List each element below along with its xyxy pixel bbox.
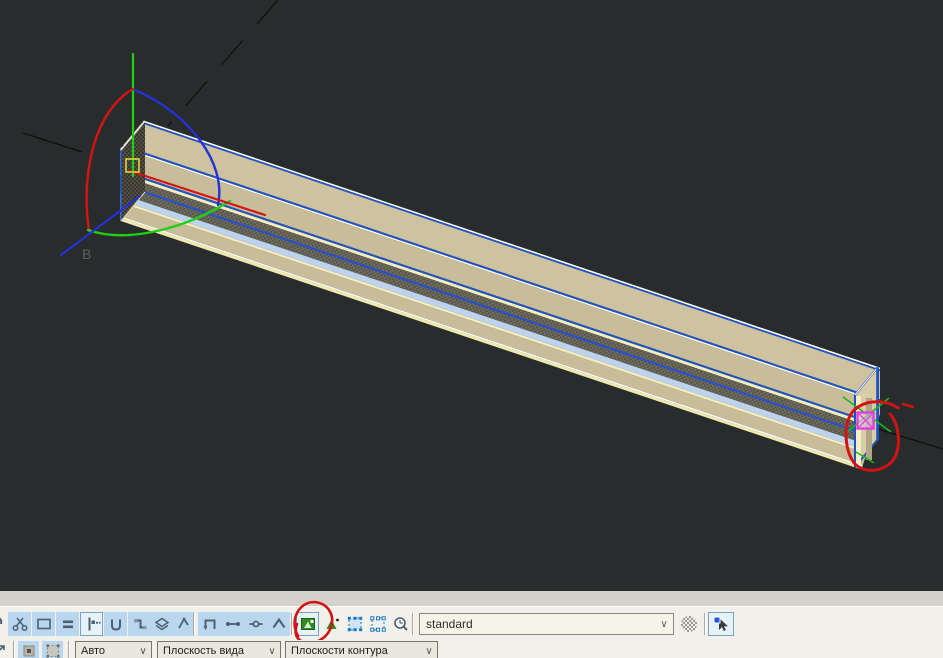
viewport-3d[interactable]: В bbox=[0, 0, 943, 591]
two-bars-icon bbox=[59, 615, 77, 633]
toolbar-separator bbox=[412, 613, 414, 635]
toolbar-separator bbox=[704, 613, 706, 635]
two-bars-button[interactable] bbox=[56, 612, 79, 636]
contour-planes-dropdown[interactable]: Плоскости контура ∨ bbox=[285, 641, 438, 658]
dash-node-button[interactable] bbox=[244, 612, 267, 636]
selection-outline-icon bbox=[369, 615, 387, 633]
chevron-down-icon[interactable]: ∨ bbox=[264, 646, 280, 657]
polyline-angle-icon bbox=[175, 615, 193, 633]
clipped-diagonal-button[interactable] bbox=[0, 641, 9, 658]
layers-button[interactable] bbox=[150, 612, 173, 636]
mode-dropdown[interactable]: Авто ∨ bbox=[75, 641, 152, 658]
toolbar-separator bbox=[193, 613, 195, 635]
diagonal-line-icon bbox=[0, 642, 8, 658]
u-profile-button[interactable] bbox=[104, 612, 127, 636]
green-triangle-icon bbox=[323, 615, 341, 633]
frame-icon bbox=[35, 615, 53, 633]
show-image-button[interactable] bbox=[296, 612, 319, 636]
apex-button[interactable] bbox=[267, 612, 290, 636]
marquee-icon bbox=[44, 642, 62, 658]
frame-button[interactable] bbox=[32, 612, 55, 636]
point-marker-icon bbox=[20, 642, 38, 658]
reference-flag-icon bbox=[83, 615, 101, 633]
marquee-select-button[interactable] bbox=[42, 641, 63, 658]
toolbar-separator bbox=[68, 641, 70, 658]
cad-application-window: В bbox=[0, 0, 943, 658]
magnifier-clock-icon bbox=[392, 615, 410, 633]
hatch-toggle-button[interactable] bbox=[677, 612, 700, 636]
toolbar-separator bbox=[291, 613, 293, 635]
profile-combo-value: standard bbox=[420, 617, 655, 631]
mode-dropdown-value: Авто bbox=[76, 645, 135, 657]
contour-planes-dropdown-value: Плоскости контура bbox=[286, 645, 421, 657]
chevron-down-icon[interactable]: ∨ bbox=[655, 619, 673, 630]
select-handles-outline-button[interactable] bbox=[366, 612, 389, 636]
cut-button[interactable] bbox=[8, 612, 31, 636]
profile-combo[interactable]: standard ∨ bbox=[419, 613, 674, 635]
zoom-history-button[interactable] bbox=[389, 612, 412, 636]
clipped-toolbar-button[interactable] bbox=[0, 612, 4, 636]
contour-path-button[interactable] bbox=[198, 612, 221, 636]
chevron-down-icon[interactable]: ∨ bbox=[421, 646, 437, 657]
cursor-icon bbox=[711, 614, 731, 634]
reference-flag-button[interactable] bbox=[80, 612, 103, 636]
select-handles-filled-button[interactable] bbox=[343, 612, 366, 636]
view-plane-dropdown[interactable]: Плоскость вида ∨ bbox=[157, 641, 281, 658]
scissors-icon bbox=[11, 615, 29, 633]
offset-step-button[interactable] bbox=[128, 612, 151, 636]
selection-filled-icon bbox=[346, 615, 364, 633]
polyline-angle-button[interactable] bbox=[172, 612, 195, 636]
view-plane-dropdown-value: Плоскость вида bbox=[158, 645, 264, 657]
panel-strip bbox=[0, 591, 943, 607]
offset-step-icon bbox=[131, 615, 149, 633]
hatch-icon bbox=[679, 614, 699, 634]
segment-nodes-icon bbox=[224, 615, 242, 633]
toolbar-main: standard ∨ bbox=[0, 607, 943, 640]
chevron-down-icon[interactable]: ∨ bbox=[135, 646, 151, 657]
u-profile-icon bbox=[107, 615, 125, 633]
segment-nodes-button[interactable] bbox=[221, 612, 244, 636]
apex-icon bbox=[270, 615, 288, 633]
triangulation-button[interactable] bbox=[320, 612, 343, 636]
contour-path-icon bbox=[201, 615, 219, 633]
scene-3d: В bbox=[0, 0, 943, 591]
axis-label: В bbox=[82, 246, 91, 262]
toolbar-separator bbox=[13, 641, 15, 658]
point-marker-button[interactable] bbox=[18, 641, 39, 658]
image-mountain-icon bbox=[299, 615, 317, 633]
toolbar-status: Авто ∨ Плоскость вида ∨ Плоскости контур… bbox=[0, 640, 943, 658]
select-cursor-button[interactable] bbox=[708, 612, 734, 636]
dash-node-icon bbox=[247, 615, 265, 633]
layers-icon bbox=[153, 615, 171, 633]
